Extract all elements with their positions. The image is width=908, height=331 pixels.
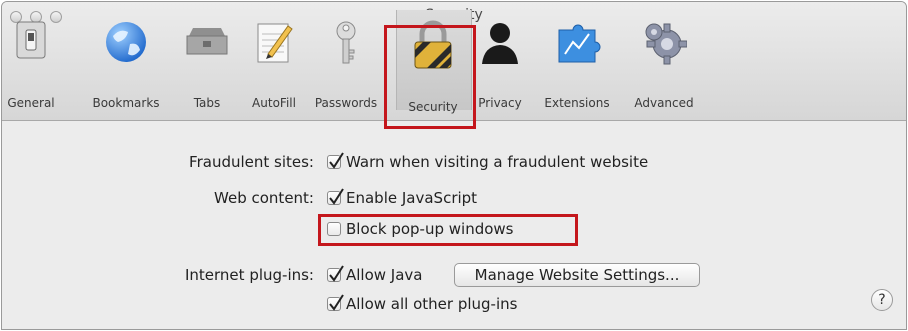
- toolbar-item-privacy[interactable]: Privacy: [478, 20, 522, 110]
- toolbar-item-security[interactable]: Security: [396, 10, 472, 114]
- enable-javascript-option[interactable]: Enable JavaScript: [327, 188, 478, 207]
- general-switch-icon: [16, 21, 46, 59]
- warn-fraudulent-checkbox[interactable]: [327, 152, 344, 169]
- puzzle-piece-icon: [558, 24, 601, 63]
- help-button[interactable]: ?: [871, 289, 893, 311]
- checkmark-icon: [329, 294, 344, 311]
- toolbar-label-bookmarks: Bookmarks: [92, 96, 160, 110]
- toolbar-item-advanced[interactable]: Advanced: [634, 20, 694, 110]
- toolbar-label-autofill: AutoFill: [252, 96, 296, 110]
- checkmark-icon: [329, 188, 344, 205]
- allow-other-plugins-option[interactable]: Allow all other plug-ins: [327, 294, 518, 313]
- toolbar-item-bookmarks[interactable]: Bookmarks: [92, 20, 160, 110]
- allow-java-checkbox[interactable]: [327, 265, 344, 282]
- checkmark-icon: [329, 152, 344, 169]
- person-silhouette-icon: [482, 23, 518, 64]
- web-content-label: Web content:: [214, 189, 314, 207]
- autofill-pencil-icon: [257, 23, 293, 63]
- block-popups-option[interactable]: Block pop-up windows: [327, 220, 514, 238]
- padlock-icon: [414, 20, 452, 69]
- block-popups-label: Block pop-up windows: [346, 220, 514, 238]
- toolbar-label-advanced: Advanced: [634, 96, 694, 110]
- toolbar-item-extensions[interactable]: Extensions: [544, 20, 610, 110]
- toolbar-label-privacy: Privacy: [478, 96, 522, 110]
- manage-website-settings-button[interactable]: Manage Website Settings...: [454, 263, 700, 287]
- warn-fraudulent-label: Warn when visiting a fraudulent website: [346, 153, 649, 171]
- gears-icon: [645, 23, 687, 65]
- toolbar-label-security: Security: [408, 100, 458, 114]
- toolbar-label-tabs: Tabs: [193, 96, 221, 110]
- tabs-icon: [186, 28, 228, 55]
- globe-icon: [106, 22, 146, 62]
- title-bar: Security General Bookmarks: [2, 2, 906, 121]
- block-popups-checkbox[interactable]: [327, 222, 341, 236]
- allow-other-plugins-label: Allow all other plug-ins: [346, 295, 518, 313]
- enable-javascript-checkbox[interactable]: [327, 188, 344, 205]
- toolbar-label-extensions: Extensions: [544, 96, 610, 110]
- allow-java-option[interactable]: Allow Java: [327, 265, 423, 284]
- toolbar-label-general: General: [7, 96, 55, 110]
- toolbar-item-tabs[interactable]: Tabs: [185, 20, 229, 110]
- allow-other-plugins-checkbox[interactable]: [327, 294, 344, 311]
- warn-fraudulent-option[interactable]: Warn when visiting a fraudulent website: [327, 152, 649, 171]
- fraudulent-sites-label: Fraudulent sites:: [189, 153, 314, 171]
- toolbar-item-autofill[interactable]: AutoFill: [252, 20, 296, 110]
- toolbar-item-general[interactable]: General: [7, 20, 55, 110]
- allow-java-label: Allow Java: [346, 266, 423, 284]
- key-icon: [336, 21, 356, 64]
- internet-plugins-label: Internet plug-ins:: [184, 266, 314, 284]
- checkmark-icon: [329, 265, 344, 282]
- enable-javascript-label: Enable JavaScript: [346, 189, 478, 207]
- toolbar-label-passwords: Passwords: [314, 96, 378, 110]
- toolbar-item-passwords[interactable]: Passwords: [315, 20, 377, 110]
